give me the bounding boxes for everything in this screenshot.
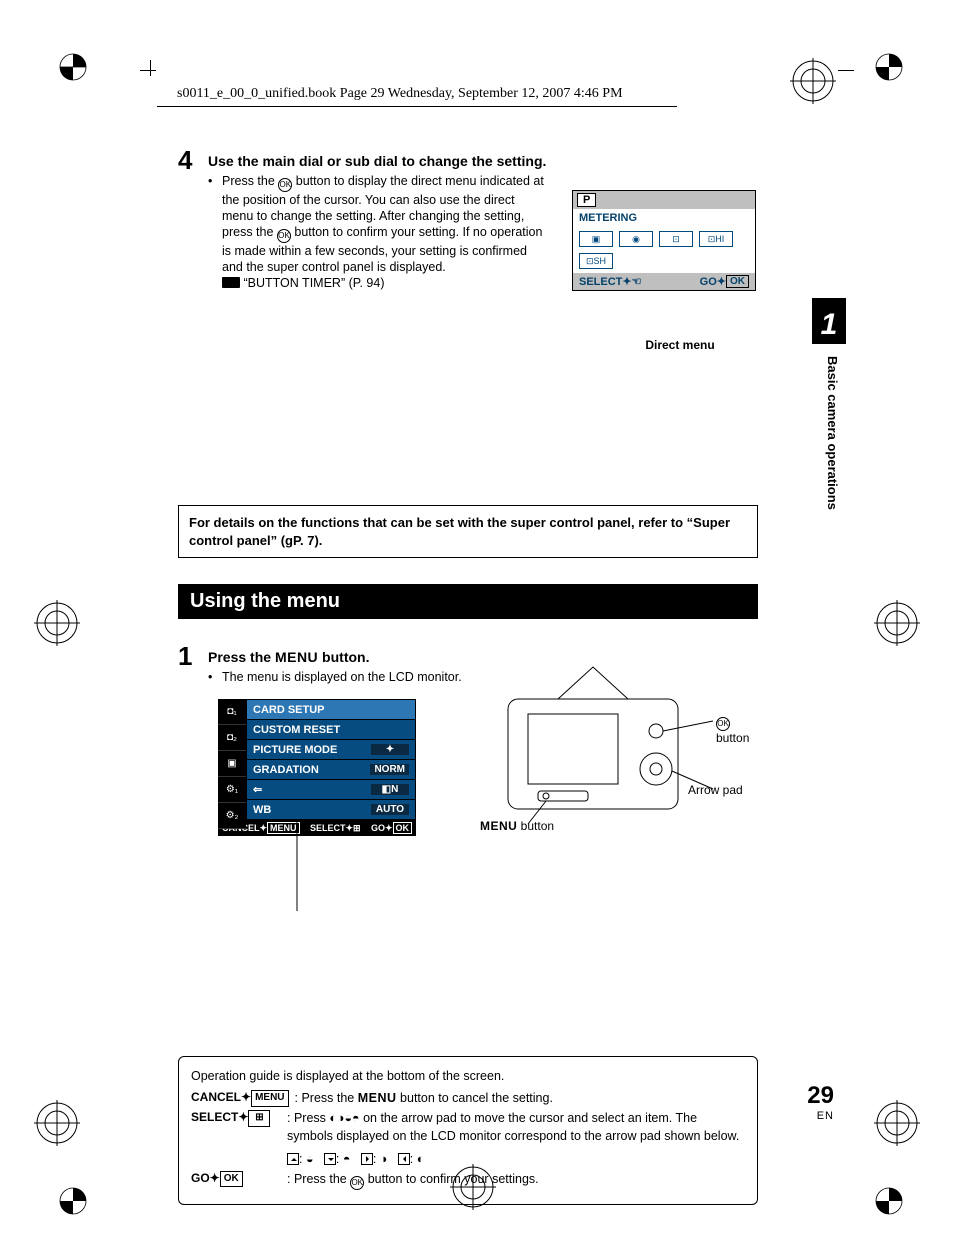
menu-row: GRADATIONNORM <box>247 760 415 780</box>
direct-menu-title: METERING <box>573 209 755 227</box>
crop-mark-icon <box>58 52 88 82</box>
arrow-pad-label: Arrow pad <box>688 783 743 797</box>
step4-body: Press the OK button to display the direc… <box>208 173 548 291</box>
opbox-lead: Operation guide is displayed at the bott… <box>191 1067 745 1085</box>
metering-option: ▣ <box>579 231 613 247</box>
menu-tabs: ◘₁ ◘₂ ▣ ⚙₁ ⚙₂ <box>218 699 246 829</box>
operation-guide-box: Operation guide is displayed at the bott… <box>178 1056 758 1205</box>
crop-mark-icon <box>874 52 904 82</box>
arrow-left-icon <box>398 1153 410 1165</box>
page-lang: EN <box>807 1110 834 1122</box>
menu-tab: ◘₂ <box>218 725 246 751</box>
connector-line <box>296 821 298 911</box>
ok-icon: OK <box>278 178 292 192</box>
chapter-title: Basic camera operations <box>825 356 840 510</box>
metering-option: ⊡HI <box>699 231 733 247</box>
direct-menu-footer: SELECT✦☜ GO✦OK <box>573 273 755 290</box>
menu-row: CARD SETUP <box>247 700 415 720</box>
arrow-down-icon <box>324 1153 336 1165</box>
direct-menu-header: P <box>573 191 755 209</box>
step-number-1: 1 <box>178 641 192 672</box>
direct-menu-cells: ▣ ◉ ⊡ ⊡HI ⊡SH <box>573 227 755 273</box>
crop-mark-icon <box>58 1186 88 1216</box>
trim-line <box>140 70 156 71</box>
menu-row: PICTURE MODE✦ <box>247 740 415 760</box>
reference-icon <box>222 277 240 288</box>
metering-option: ⊡ <box>659 231 693 247</box>
page-number: 29 <box>807 1082 834 1110</box>
arrow-right-icon <box>361 1153 373 1165</box>
metering-option: ◉ <box>619 231 653 247</box>
ok-button-label: OK button <box>716 713 758 745</box>
section-heading: Using the menu <box>178 584 758 619</box>
trim-line <box>150 60 151 76</box>
ok-icon: OK <box>716 717 730 731</box>
menu-row: ⇐◧N <box>247 780 415 800</box>
chapter-number: 1 <box>812 298 846 344</box>
header-rule <box>157 106 677 107</box>
mode-indicator: P <box>577 193 596 207</box>
chapter-tab: 1 Basic camera operations <box>825 300 840 510</box>
menu-footer: CANCEL✦MENU SELECT✦⊞ GO✦OK <box>218 821 416 836</box>
arrow-mapping: : ◒ : ◓ : ◑ : ◐ <box>287 1150 745 1168</box>
registration-mark-icon <box>34 1100 80 1146</box>
step4-reference: “BUTTON TIMER” (P. 94) <box>243 276 384 290</box>
running-header: s0011_e_00_0_unified.book Page 29 Wednes… <box>177 86 623 102</box>
menu-screenshot: ◘₁ ◘₂ ▣ ⚙₁ ⚙₂ CARD SETUP CUSTOM RESET PI… <box>218 699 416 836</box>
opbox-select-row: SELECT✦⊞ : Press ◐◑◒◓ on the arrow pad t… <box>191 1109 745 1167</box>
page-footer: 29 EN <box>807 1082 834 1122</box>
menu-tab: ⚙₂ <box>218 803 246 829</box>
menu-tab: ⚙₁ <box>218 777 246 803</box>
menu-row: WBAUTO <box>247 800 415 820</box>
menu-row: CUSTOM RESET <box>247 720 415 740</box>
arrow-cluster-icon: ◐◑◒◓ <box>329 1111 359 1125</box>
menu-tab: ◘₁ <box>218 699 246 725</box>
crop-mark-icon <box>874 1186 904 1216</box>
note-box: For details on the functions that can be… <box>178 505 758 558</box>
camera-illustration: OK button Arrow pad MENU button <box>488 659 758 839</box>
step1-heading-after: button. <box>318 649 369 665</box>
registration-mark-icon <box>34 600 80 646</box>
menu-word: MENU <box>275 649 318 665</box>
direct-menu-caption: Direct menu <box>600 338 760 352</box>
step1-heading-before: Press the <box>208 649 275 665</box>
opbox-go-row: GO✦OK : Press the OK button to confirm y… <box>191 1170 745 1190</box>
registration-mark-icon <box>790 58 836 104</box>
step4-text-part1: Press the <box>222 174 278 188</box>
trim-line <box>838 70 854 71</box>
direct-menu-screenshot: P METERING ▣ ◉ ⊡ ⊡HI ⊡SH SELECT✦☜ GO✦OK <box>572 190 756 291</box>
opbox-cancel-row: CANCEL✦MENU : Press the MENU button to c… <box>191 1089 745 1107</box>
ok-icon: OK <box>350 1176 364 1190</box>
metering-option: ⊡SH <box>579 253 613 269</box>
ok-icon: OK <box>277 229 291 243</box>
menu-body: CARD SETUP CUSTOM RESET PICTURE MODE✦ GR… <box>246 699 416 821</box>
step-number-4: 4 <box>178 145 192 176</box>
registration-mark-icon <box>874 1100 920 1146</box>
menu-tab: ▣ <box>218 751 246 777</box>
step4-heading: Use the main dial or sub dial to change … <box>208 145 758 169</box>
registration-mark-icon <box>874 600 920 646</box>
note-box-text: For details on the functions that can be… <box>189 515 730 548</box>
arrow-up-icon <box>287 1153 299 1165</box>
menu-button-label: MENU button <box>480 819 554 833</box>
